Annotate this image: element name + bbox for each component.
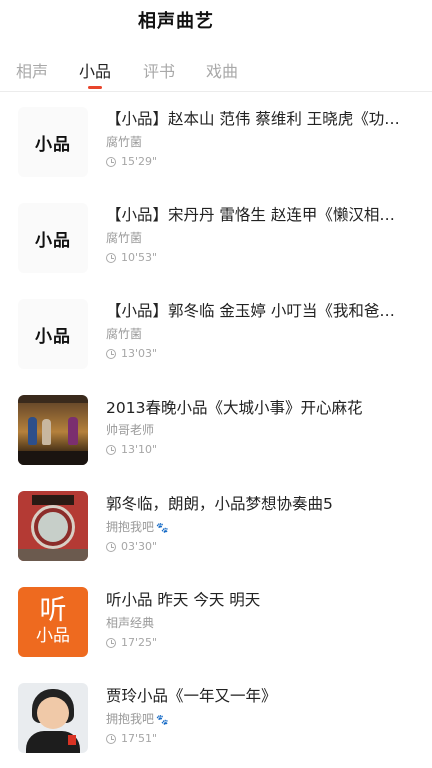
item-author: 拥抱我吧 🐾 [106, 520, 169, 534]
item-author: 帅哥老师 [106, 423, 155, 437]
paw-icon: 🐾 [156, 715, 169, 726]
paw-icon: 🐾 [156, 523, 169, 534]
item-duration: 13'03" [106, 347, 157, 360]
item-author: 腐竹菌 [106, 327, 143, 341]
item-author: 拥抱我吧 🐾 [106, 712, 169, 726]
item-thumbnail [18, 491, 88, 561]
item-title: 【小品】赵本山 范伟 蔡维利 王晓虎《功夫》 [106, 110, 406, 128]
item-duration: 10'53" [106, 251, 157, 264]
item-duration: 15'29" [106, 155, 157, 168]
item-thumbnail: 小品 [18, 299, 88, 369]
item-thumbnail: 小品 [18, 203, 88, 273]
calligraphy-cover: 小品 [18, 203, 88, 273]
header: 相声曲艺 [0, 0, 432, 44]
moon-gate-cover [18, 491, 88, 561]
item-duration: 17'51" [106, 732, 157, 745]
item-duration: 17'25" [106, 636, 157, 649]
clock-icon [106, 348, 116, 359]
list-item[interactable]: 2013春晚小品《大城小事》开心麻花 帅哥老师 13'10" [0, 383, 432, 480]
item-title: 听小品 昨天 今天 明天 [106, 591, 261, 609]
item-thumbnail [18, 683, 88, 753]
item-author: 腐竹菌 [106, 135, 143, 149]
list-item[interactable]: 小品 【小品】赵本山 范伟 蔡维利 王晓虎《功夫》 腐竹菌 15'29" [0, 92, 432, 189]
list-item[interactable]: 小品 【小品】宋丹丹 雷恪生 赵连甲《懒汉相亲》 腐竹菌 10'53" [0, 189, 432, 286]
ting-xiaopin-cover: 听 小品 [18, 587, 88, 657]
stage-performance-cover [18, 395, 88, 465]
item-thumbnail [18, 395, 88, 465]
tab-xiaopin[interactable]: 小品 [79, 58, 111, 82]
item-title: 【小品】宋丹丹 雷恪生 赵连甲《懒汉相亲》 [106, 206, 406, 224]
calligraphy-cover: 小品 [18, 299, 88, 369]
portrait-cover [18, 683, 88, 753]
item-author: 相声经典 [106, 616, 155, 630]
item-thumbnail: 小品 [18, 107, 88, 177]
item-title: 贾玲小品《一年又一年》 [106, 687, 277, 705]
tab-pingshu[interactable]: 评书 [143, 58, 175, 82]
item-duration: 03'30" [106, 540, 157, 553]
clock-icon [106, 252, 116, 263]
page-title: 相声曲艺 [138, 11, 214, 32]
clock-icon [106, 156, 116, 167]
item-author: 腐竹菌 [106, 231, 143, 245]
item-duration: 13'10" [106, 443, 157, 456]
clock-icon [106, 733, 116, 744]
clock-icon [106, 637, 116, 648]
item-title: 2013春晚小品《大城小事》开心麻花 [106, 399, 363, 417]
item-thumbnail: 听 小品 [18, 587, 88, 657]
item-title: 【小品】郭冬临 金玉婷 小叮当《我和爸爸》 [106, 302, 406, 320]
active-tab-indicator [88, 86, 102, 89]
item-title: 郭冬临，朗朗，小品梦想协奏曲5 [106, 495, 333, 513]
list-item[interactable]: 小品 【小品】郭冬临 金玉婷 小叮当《我和爸爸》 腐竹菌 13'03" [0, 286, 432, 383]
tab-xiqu[interactable]: 戏曲 [206, 58, 238, 82]
tab-xiangsheng[interactable]: 相声 [16, 58, 48, 82]
list-item[interactable]: 听 小品 听小品 昨天 今天 明天 相声经典 17'25" [0, 577, 432, 674]
tab-bar: 相声 小品 评书 戏曲 [0, 52, 432, 92]
clock-icon [106, 444, 116, 455]
clock-icon [106, 541, 116, 552]
calligraphy-cover: 小品 [18, 107, 88, 177]
list-item[interactable]: 郭冬临，朗朗，小品梦想协奏曲5 拥抱我吧 🐾 03'30" [0, 480, 432, 577]
list-item[interactable]: 贾玲小品《一年又一年》 拥抱我吧 🐾 17'51" [0, 674, 432, 768]
